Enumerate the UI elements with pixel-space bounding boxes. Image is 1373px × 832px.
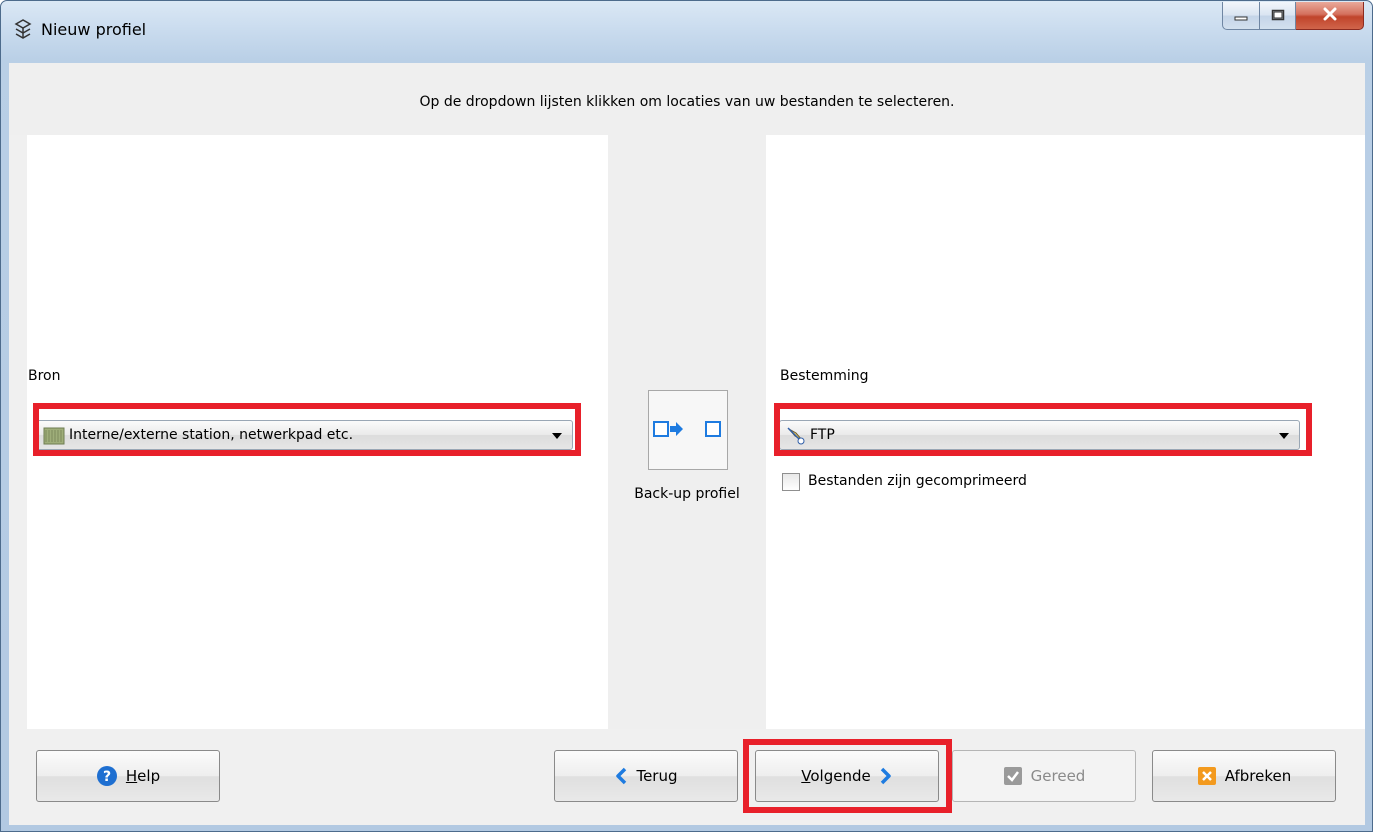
- next-button[interactable]: Volgende: [755, 750, 939, 802]
- help-button[interactable]: ? Help: [36, 750, 220, 802]
- instruction-text: Op de dropdown lijsten klikken om locati…: [419, 94, 955, 110]
- ftp-icon: [786, 426, 806, 445]
- compressed-checkbox-label[interactable]: Bestanden zijn gecomprimeerd: [808, 473, 1027, 489]
- back-label: Terug: [636, 767, 678, 785]
- next-label: Volgende: [801, 767, 871, 785]
- check-icon: [1003, 766, 1023, 786]
- app-icon: [11, 17, 35, 41]
- source-selected-value: Interne/externe station, netwerkpad etc.: [69, 427, 354, 443]
- window-title: Nieuw profiel: [41, 20, 147, 39]
- back-button[interactable]: Terug: [554, 750, 738, 802]
- help-icon: ?: [96, 765, 118, 787]
- window-controls: [1222, 2, 1364, 30]
- source-dropdown[interactable]: Interne/externe station, netwerkpad etc.: [36, 420, 573, 450]
- destination-selected-value: FTP: [810, 427, 835, 443]
- compressed-checkbox[interactable]: [782, 473, 800, 491]
- title-bar[interactable]: Nieuw profiel: [1, 1, 1372, 63]
- chevron-right-icon: [879, 767, 893, 785]
- maximize-button[interactable]: [1260, 2, 1296, 30]
- backup-direction-icon: [651, 419, 725, 447]
- minimize-button[interactable]: [1222, 2, 1260, 30]
- source-label: Bron: [28, 368, 61, 384]
- backup-profile-caption: Back-up profiel: [634, 486, 740, 502]
- minimize-icon: [1234, 6, 1248, 25]
- instruction-bar: Op de dropdown lijsten klikken om locati…: [9, 63, 1365, 135]
- destination-dropdown[interactable]: FTP: [779, 420, 1300, 450]
- chevron-left-icon: [614, 767, 628, 785]
- cancel-button[interactable]: Afbreken: [1152, 750, 1336, 802]
- dialog-client-area: Op de dropdown lijsten klikken om locati…: [9, 63, 1365, 825]
- finish-button[interactable]: Gereed: [952, 750, 1136, 802]
- finish-label: Gereed: [1030, 767, 1086, 785]
- dialog-window: Nieuw profiel Op de dropdown lijsten kli…: [0, 0, 1373, 832]
- backup-profile-button[interactable]: [648, 390, 728, 470]
- cancel-icon: [1197, 766, 1217, 786]
- maximize-icon: [1271, 6, 1285, 25]
- chevron-down-icon: [552, 433, 562, 439]
- chevron-down-icon: [1279, 433, 1289, 439]
- help-label: Help: [125, 767, 161, 785]
- svg-text:?: ?: [103, 769, 111, 785]
- destination-label: Bestemming: [780, 368, 869, 384]
- drive-icon: [43, 426, 65, 445]
- close-icon: [1322, 6, 1338, 25]
- cancel-label: Afbreken: [1224, 767, 1292, 785]
- close-button[interactable]: [1296, 2, 1364, 30]
